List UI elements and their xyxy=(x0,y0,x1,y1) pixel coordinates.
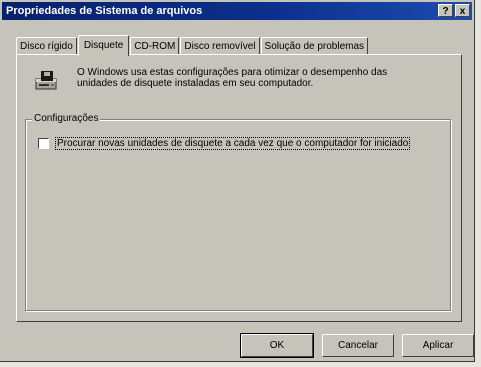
detect-floppy-checkbox[interactable] xyxy=(38,138,49,149)
title-buttons: ? x xyxy=(438,4,470,17)
cancel-button[interactable]: Cancelar xyxy=(322,334,394,357)
floppy-drive-icon xyxy=(35,69,59,93)
title-bar[interactable]: Propriedades de Sistema de arquivos ? x xyxy=(2,2,472,20)
file-system-properties-dialog: Propriedades de Sistema de arquivos ? x … xyxy=(0,0,475,362)
detect-floppy-label[interactable]: Procurar novas unidades de disquete a ca… xyxy=(55,137,411,150)
settings-group-label: Configurações xyxy=(32,113,101,124)
tab-disco-rigido[interactable]: Disco rígido xyxy=(16,37,77,55)
tab-panel-disquete: O Windows usa estas configurações para o… xyxy=(16,54,462,322)
window-title: Propriedades de Sistema de arquivos xyxy=(6,5,203,17)
ok-button[interactable]: OK xyxy=(240,333,314,358)
close-button[interactable]: x xyxy=(455,4,470,17)
tab-disco-removivel[interactable]: Disco removível xyxy=(180,37,260,55)
detect-floppy-option[interactable]: Procurar novas unidades de disquete a ca… xyxy=(38,137,411,150)
description-text: O Windows usa estas configurações para o… xyxy=(77,67,388,89)
apply-button[interactable]: Aplicar xyxy=(402,334,474,357)
settings-group: Configurações Procurar novas unidades de… xyxy=(25,113,451,311)
tab-cd-rom[interactable]: CD-ROM xyxy=(130,37,180,55)
tab-strip: Disco rígido Disquete CD-ROM Disco remov… xyxy=(16,34,369,56)
tab-disquete[interactable]: Disquete xyxy=(77,35,130,56)
tab-solucao-de-problemas[interactable]: Solução de problemas xyxy=(260,37,369,55)
info-section: O Windows usa estas configurações para o… xyxy=(35,67,407,93)
help-button[interactable]: ? xyxy=(438,4,453,17)
